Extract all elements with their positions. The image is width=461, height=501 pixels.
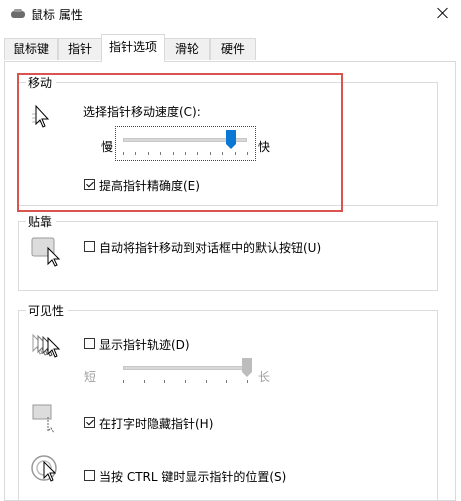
hide-while-typing-label[interactable]: 在打字时隐藏指针(H) (99, 415, 213, 432)
tab-pointer-options[interactable]: 指针选项 (101, 34, 165, 62)
tab-buttons[interactable]: 鼠标键 (4, 38, 58, 60)
snap-checkbox[interactable] (84, 241, 95, 252)
tab-pointers[interactable]: 指针 (58, 38, 102, 60)
window-title: 鼠标 属性 (31, 8, 83, 22)
slider-tick (143, 380, 145, 383)
trails-label[interactable]: 显示指针轨迹(D) (99, 336, 190, 353)
tab-label: 鼠标键 (12, 42, 49, 56)
slider-tick (247, 380, 248, 383)
short-label: 短 (84, 370, 97, 384)
long-label: 长 (258, 370, 271, 384)
show-location-icon (31, 455, 57, 482)
ctrl-location-label[interactable]: 当按 CTRL 键时显示指针的位置(S) (99, 468, 286, 485)
slider-tick (164, 380, 166, 383)
group-title-visibility: 可见性 (26, 302, 69, 319)
tab-label: 滑轮 (174, 42, 199, 56)
hide-pointer-icon (32, 404, 55, 433)
close-icon[interactable] (425, 0, 461, 30)
mouse-properties-icon (11, 9, 25, 18)
slider-tick (226, 380, 228, 383)
tab-label: 硬件 (220, 42, 245, 56)
highlight-box (17, 73, 343, 212)
snap-group (18, 221, 438, 291)
slider-tick (123, 380, 124, 383)
trails-slider-track (123, 366, 247, 370)
tab-hardware[interactable]: 硬件 (210, 38, 256, 60)
snap-to-icon (31, 237, 61, 267)
hide-while-typing-checkbox[interactable] (84, 417, 95, 428)
group-title-snap: 贴靠 (26, 213, 57, 230)
slider-tick (205, 380, 207, 383)
slider-tick (185, 380, 186, 383)
trails-slider-thumb[interactable] (242, 358, 252, 378)
ctrl-location-checkbox[interactable] (84, 470, 95, 481)
pointer-trails-icon (32, 333, 61, 358)
tab-wheel[interactable]: 滑轮 (164, 38, 210, 60)
tab-label: 指针选项 (108, 40, 157, 54)
snap-label[interactable]: 自动将指针移动到对话框中的默认按钮(U) (99, 239, 321, 256)
tab-label: 指针 (67, 42, 92, 56)
trails-checkbox[interactable] (84, 338, 95, 349)
